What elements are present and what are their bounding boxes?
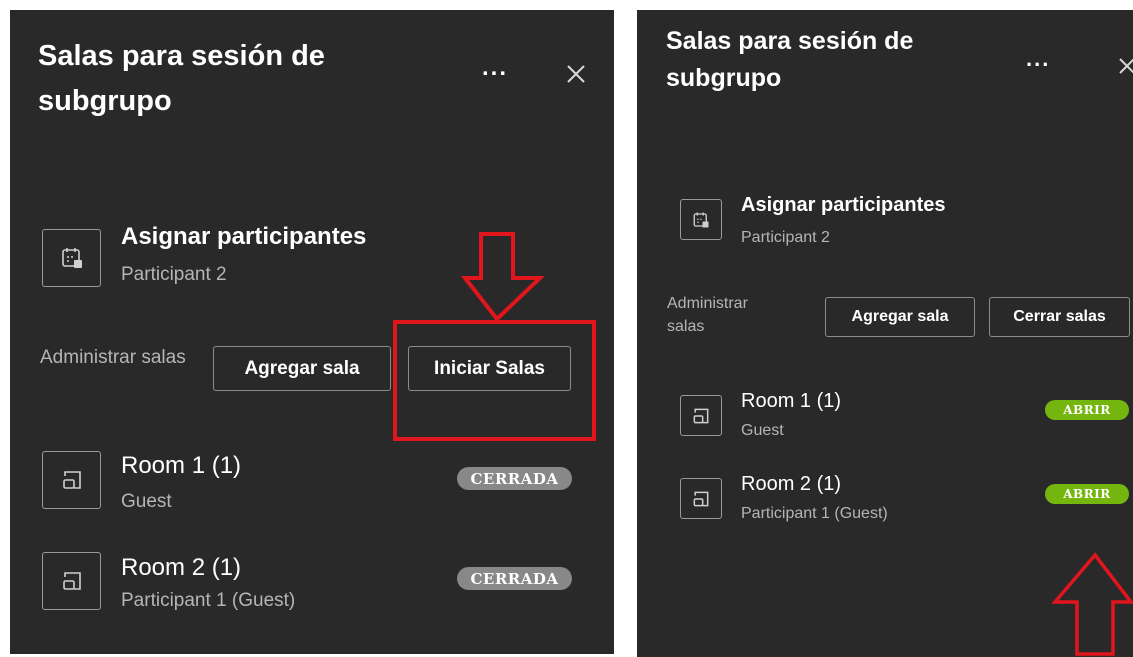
assign-participants-label[interactable]: Asignar participantes: [741, 194, 946, 217]
assign-participants-label[interactable]: Asignar participantes: [121, 223, 366, 251]
room-status-badge: CERRADA: [457, 467, 572, 490]
room-status-badge[interactable]: ABRIR: [1045, 484, 1129, 504]
room-members: Guest: [741, 422, 784, 439]
assign-participants-icon[interactable]: [42, 229, 101, 287]
room-icon: [680, 395, 722, 436]
close-rooms-button[interactable]: Cerrar salas: [989, 297, 1130, 337]
add-room-button[interactable]: Agregar sala: [213, 346, 391, 391]
close-icon[interactable]: [1118, 57, 1133, 75]
assign-participants-subtitle: Participant 2: [741, 229, 830, 246]
room-name[interactable]: Room 1 (1): [121, 452, 241, 480]
up-arrow-annotation-icon: [1051, 552, 1133, 656]
down-arrow-annotation-icon: [460, 232, 545, 322]
manage-rooms-label: Administrar salas: [667, 295, 748, 335]
breakout-rooms-panel-before: Salas para sesión de subgrupo ... Asigna…: [10, 10, 614, 654]
room-members: Guest: [121, 491, 172, 512]
room-name[interactable]: Room 2 (1): [741, 473, 841, 496]
panel-title: Salas para sesión de subgrupo: [666, 27, 914, 92]
assign-participants-subtitle: Participant 2: [121, 264, 227, 285]
room-status-badge[interactable]: ABRIR: [1045, 400, 1129, 420]
panel-title: Salas para sesión de subgrupo: [38, 40, 325, 117]
more-options-icon[interactable]: ...: [482, 54, 508, 82]
room-icon: [680, 478, 722, 519]
manage-rooms-label: Administrar salas: [40, 347, 186, 368]
room-status-badge: CERRADA: [457, 567, 572, 590]
room-name[interactable]: Room 1 (1): [741, 390, 841, 413]
room-members: Participant 1 (Guest): [121, 590, 296, 611]
more-options-icon[interactable]: ...: [1026, 46, 1050, 72]
room-members: Participant 1 (Guest): [741, 505, 888, 522]
add-room-button[interactable]: Agregar sala: [825, 297, 975, 337]
room-icon: [42, 552, 101, 610]
room-icon: [42, 451, 101, 509]
highlight-box-annotation: [393, 320, 596, 441]
close-icon[interactable]: [566, 64, 586, 84]
room-name[interactable]: Room 2 (1): [121, 554, 241, 582]
assign-participants-icon[interactable]: [680, 199, 722, 240]
breakout-rooms-panel-after: Salas para sesión de subgrupo ... Asigna…: [637, 10, 1133, 657]
